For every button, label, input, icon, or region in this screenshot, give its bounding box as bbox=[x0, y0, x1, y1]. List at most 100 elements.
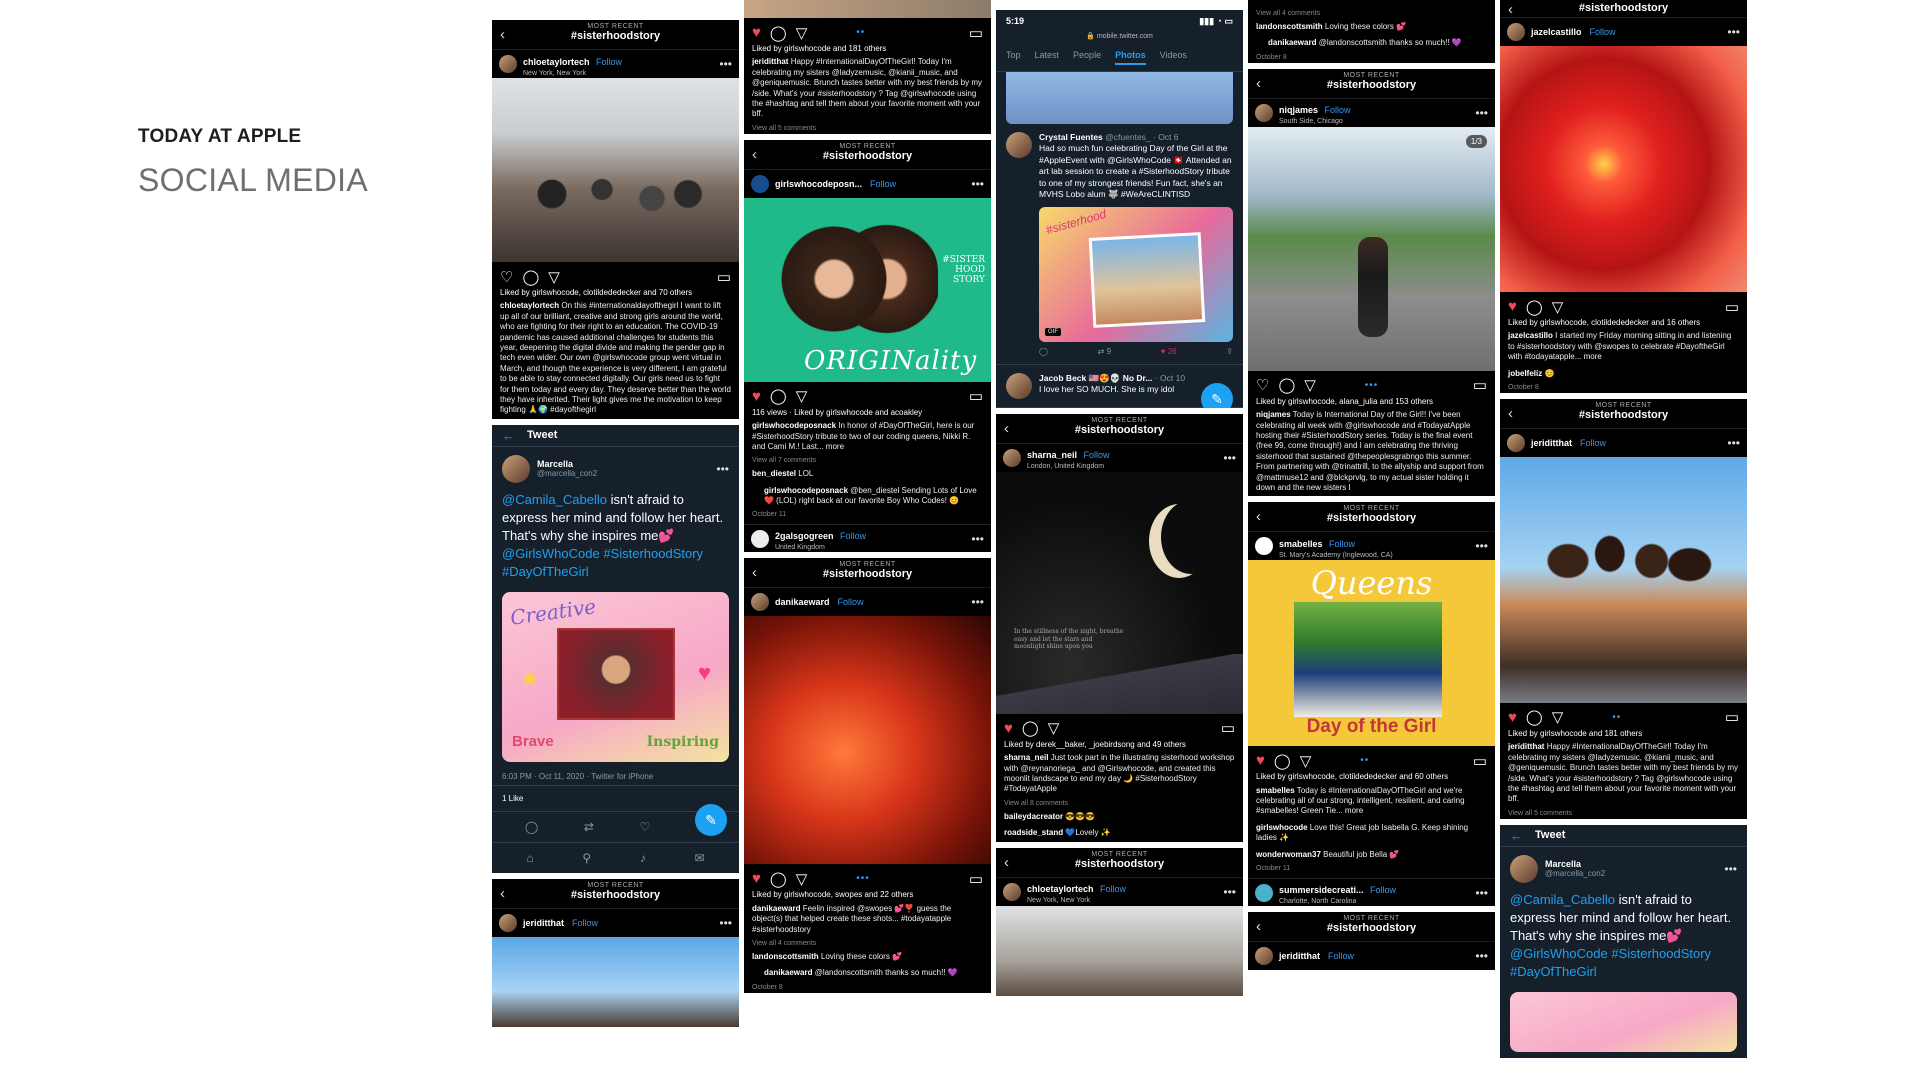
notifications-icon[interactable]: ♪ bbox=[640, 851, 646, 865]
back-icon[interactable]: ‹ bbox=[1004, 420, 1009, 437]
bookmark-icon[interactable]: ▭ bbox=[1473, 752, 1487, 770]
search-icon[interactable]: ⚲ bbox=[582, 851, 591, 865]
share-icon[interactable]: ⇪ bbox=[1226, 347, 1233, 356]
caption-username[interactable]: sharna_neil bbox=[1004, 753, 1048, 762]
view-comments-link[interactable]: View all 5 comments bbox=[744, 123, 991, 134]
comment-username[interactable]: wonderwoman37 bbox=[1256, 850, 1321, 859]
username[interactable]: jeriditthat bbox=[523, 918, 564, 928]
tweet-handle[interactable]: @marcella_con2 bbox=[537, 469, 597, 478]
avatar[interactable] bbox=[751, 529, 769, 548]
more-options-icon[interactable]: ••• bbox=[1475, 539, 1488, 553]
more-options-icon[interactable]: ••• bbox=[1727, 436, 1740, 450]
location[interactable]: South Side, Chicago bbox=[1279, 118, 1350, 125]
bookmark-icon[interactable]: ▭ bbox=[1725, 708, 1739, 726]
view-comments-link[interactable]: View all 5 comments bbox=[1500, 808, 1747, 819]
comment-username[interactable]: landonscottsmith bbox=[1256, 22, 1323, 31]
tweet-image[interactable] bbox=[1510, 991, 1737, 1052]
location[interactable]: St. Mary's Academy (Inglewood, CA) bbox=[1279, 552, 1393, 559]
share-icon[interactable]: ▽ bbox=[796, 870, 808, 888]
back-icon[interactable]: ‹ bbox=[500, 26, 505, 43]
heart-icon[interactable]: ♥ bbox=[1508, 298, 1517, 315]
avatar[interactable] bbox=[1255, 537, 1273, 556]
share-icon[interactable]: ▽ bbox=[796, 24, 808, 42]
likes-count[interactable]: Liked by girlswhocode, clotildededecker … bbox=[1500, 318, 1747, 328]
follow-button[interactable]: Follow bbox=[1328, 951, 1354, 961]
comment-icon[interactable]: ◯ bbox=[770, 24, 787, 42]
more-options-icon[interactable]: ••• bbox=[971, 595, 984, 609]
likes-count[interactable]: Liked by girlswhocode and 181 others bbox=[744, 44, 991, 54]
follow-button[interactable]: Follow bbox=[1100, 884, 1126, 894]
follow-button[interactable]: Follow bbox=[572, 918, 598, 928]
comment-icon[interactable]: ◯ bbox=[522, 268, 539, 286]
avatar[interactable] bbox=[499, 913, 517, 932]
avatar[interactable] bbox=[502, 454, 530, 483]
location[interactable]: London, United Kingdom bbox=[1027, 463, 1110, 470]
more-options-icon[interactable]: ••• bbox=[971, 177, 984, 191]
username[interactable]: danikaeward bbox=[775, 597, 830, 607]
tab-top[interactable]: Top bbox=[1006, 50, 1021, 65]
view-comments-link[interactable]: View all 8 comments bbox=[996, 798, 1243, 809]
share-icon[interactable]: ▽ bbox=[1300, 752, 1312, 770]
comment-username[interactable]: landonscottsmith bbox=[752, 952, 819, 961]
username[interactable]: sharna_neil bbox=[1027, 450, 1077, 460]
location[interactable]: United Kingdom bbox=[775, 544, 866, 551]
avatar[interactable] bbox=[499, 55, 517, 73]
location[interactable]: New York, New York bbox=[1027, 897, 1126, 904]
tab-photos[interactable]: Photos bbox=[1115, 50, 1146, 65]
heart-icon[interactable]: ♥ bbox=[752, 388, 761, 405]
location[interactable]: New York, New York bbox=[523, 70, 622, 77]
back-icon[interactable]: ‹ bbox=[1256, 918, 1261, 935]
tweet-handle[interactable]: · Oct 10 bbox=[1155, 373, 1185, 383]
bookmark-icon[interactable]: ▭ bbox=[1473, 376, 1487, 394]
caption-username[interactable]: smabelles bbox=[1256, 786, 1295, 795]
tweet-author[interactable]: Marcella bbox=[1545, 859, 1605, 869]
username[interactable]: jeriditthat bbox=[1531, 438, 1572, 448]
back-icon[interactable]: ‹ bbox=[752, 564, 757, 581]
caption-username[interactable]: chloetaylortech bbox=[500, 301, 559, 310]
more-options-icon[interactable]: ••• bbox=[1223, 451, 1236, 465]
follow-button[interactable]: Follow bbox=[840, 531, 866, 541]
compose-button[interactable]: ✎ bbox=[695, 803, 727, 836]
comment-icon[interactable]: ◯ bbox=[1274, 752, 1291, 770]
tweet-image[interactable]: #sisterhood GIF bbox=[1039, 206, 1233, 342]
follow-button[interactable]: Follow bbox=[1590, 27, 1616, 37]
avatar[interactable] bbox=[1255, 947, 1273, 966]
username[interactable]: niqjames bbox=[1279, 105, 1318, 115]
caption-username[interactable]: danikaeward bbox=[752, 904, 800, 913]
comment-icon[interactable]: ◯ bbox=[1022, 719, 1039, 737]
avatar[interactable] bbox=[1255, 103, 1273, 122]
more-options-icon[interactable]: ••• bbox=[719, 916, 732, 930]
tab-people[interactable]: People bbox=[1073, 50, 1101, 65]
more-options-icon[interactable]: ••• bbox=[1724, 862, 1737, 876]
back-arrow-icon[interactable]: ← bbox=[1510, 828, 1523, 843]
follow-button[interactable]: Follow bbox=[1580, 438, 1606, 448]
avatar[interactable] bbox=[751, 593, 769, 612]
home-icon[interactable]: ⌂ bbox=[526, 851, 533, 865]
likes-count[interactable]: Liked by derek__baker, _joebirdsong and … bbox=[996, 740, 1243, 750]
more-options-icon[interactable]: ••• bbox=[1475, 886, 1488, 900]
tweet-handle[interactable]: @cfuentes_ · Oct 6 bbox=[1105, 132, 1178, 142]
url-bar[interactable]: 🔒 mobile.twitter.com bbox=[996, 32, 1243, 44]
comment-icon[interactable]: ◯ bbox=[770, 387, 787, 405]
reply-icon[interactable]: ◯ bbox=[1039, 347, 1048, 356]
compose-button[interactable]: ✎ bbox=[1201, 382, 1233, 408]
caption-username[interactable]: jeriditthat bbox=[752, 57, 788, 66]
bookmark-icon[interactable]: ▭ bbox=[717, 268, 731, 286]
share-icon[interactable]: ▽ bbox=[1304, 376, 1316, 394]
follow-button[interactable]: Follow bbox=[1083, 450, 1109, 460]
share-icon[interactable]: ▽ bbox=[1552, 298, 1564, 316]
heart-icon[interactable]: ♥ bbox=[752, 870, 761, 887]
likes-count[interactable]: Liked by girlswhocode, alana_julia and 1… bbox=[1248, 397, 1495, 407]
username[interactable]: chloetaylortech bbox=[523, 57, 590, 67]
username[interactable]: girlswhocodeposn... bbox=[775, 179, 862, 189]
bookmark-icon[interactable]: ▭ bbox=[969, 870, 983, 888]
follow-button[interactable]: Follow bbox=[1329, 539, 1355, 549]
location[interactable]: Charlotte, North Carolina bbox=[1279, 898, 1396, 905]
avatar[interactable] bbox=[1507, 23, 1525, 41]
avatar[interactable] bbox=[1006, 372, 1032, 399]
like-icon[interactable]: ♡ bbox=[640, 820, 651, 834]
back-icon[interactable]: ‹ bbox=[1508, 405, 1513, 422]
bookmark-icon[interactable]: ▭ bbox=[1221, 719, 1235, 737]
hashtag-links[interactable]: @GirlsWhoCode #SisterhoodStory #DayOfThe… bbox=[502, 546, 703, 579]
caption-username[interactable]: jazelcastillo bbox=[1508, 331, 1553, 340]
